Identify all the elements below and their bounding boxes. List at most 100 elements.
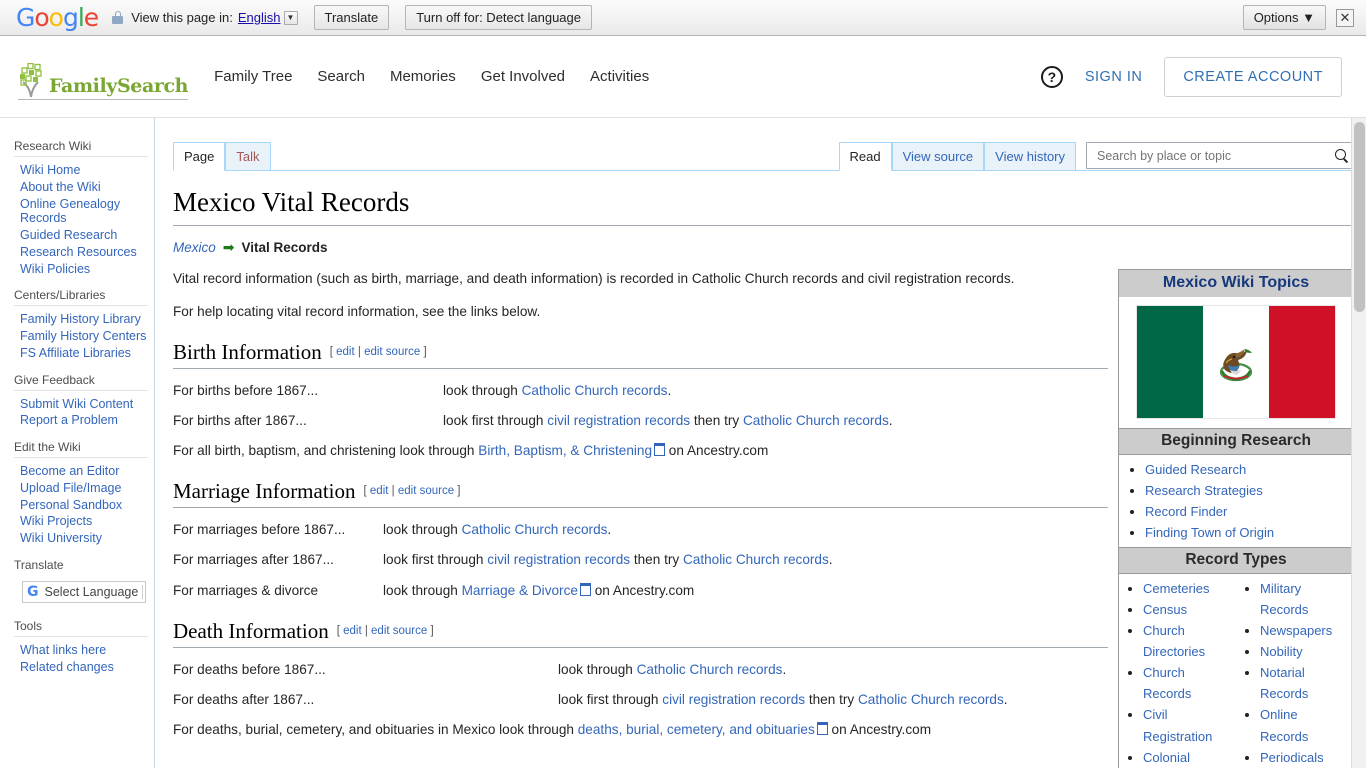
info-row-text: For deaths, burial, cemetery, and obitua… xyxy=(173,721,578,737)
sidebar-item-family-history-library[interactable]: Family History Library xyxy=(20,312,141,326)
wiki-link[interactable]: Catholic Church records xyxy=(743,413,889,428)
translate-language-link[interactable]: English xyxy=(238,10,281,25)
sidebar-item-about-the-wiki[interactable]: About the Wiki xyxy=(20,180,101,194)
chevron-down-icon: ▼ xyxy=(1302,10,1315,25)
infobox-link-newspapers[interactable]: Newspapers xyxy=(1260,623,1332,638)
sidebar-item-report-a-problem[interactable]: Report a Problem xyxy=(20,413,118,427)
sidebar-item-personal-sandbox[interactable]: Personal Sandbox xyxy=(20,498,122,512)
wiki-link[interactable]: Catholic Church records xyxy=(637,662,783,677)
edit-link[interactable]: edit xyxy=(370,485,389,497)
article: Mexico Vital Records Mexico ➡ Vital Record… xyxy=(155,171,1366,768)
sidebar-item-wiki-policies[interactable]: Wiki Policies xyxy=(20,262,90,276)
section-edit-links: [ edit | edit source ] xyxy=(337,625,434,637)
infobox-link-colonial[interactable]: Colonial xyxy=(1143,750,1190,765)
external-link[interactable]: Birth, Baptism, & Christening xyxy=(478,443,665,458)
close-icon[interactable]: ✕ xyxy=(1336,8,1354,27)
sidebar-item-what-links-here[interactable]: What links here xyxy=(20,643,106,657)
sidebar-item-research-resources[interactable]: Research Resources xyxy=(20,245,137,259)
search-input[interactable] xyxy=(1095,147,1331,164)
infobox-link-notarial-records[interactable]: Notarial Records xyxy=(1260,665,1308,701)
infobox-link-record-finder[interactable]: Record Finder xyxy=(1145,504,1227,519)
nav-item-activities[interactable]: Activities xyxy=(590,68,649,85)
infobox-link-nobility[interactable]: Nobility xyxy=(1260,644,1303,659)
sidebar-item-related-changes[interactable]: Related changes xyxy=(20,660,114,674)
infobox-link-military-records[interactable]: Military Records xyxy=(1260,581,1308,617)
external-link[interactable]: deaths, burial, cemetery, and obituaries xyxy=(578,722,828,737)
sign-in-link[interactable]: SIGN IN xyxy=(1085,69,1142,85)
sidebar-item-fs-affiliate-libraries[interactable]: FS Affiliate Libraries xyxy=(20,346,131,360)
select-language-widget[interactable]: G Select Language xyxy=(22,580,147,603)
search-icon[interactable] xyxy=(1335,148,1349,163)
wiki-link[interactable]: Catholic Church records xyxy=(462,522,608,537)
wiki-link[interactable]: Catholic Church records xyxy=(858,692,1004,707)
translate-button[interactable]: Translate xyxy=(313,5,390,30)
infobox-link-civil-registration[interactable]: Civil Registration xyxy=(1143,707,1212,743)
select-language-label: Select Language xyxy=(45,584,144,599)
sidebar-item-guided-research[interactable]: Guided Research xyxy=(20,228,117,242)
infobox-link-guided-research[interactable]: Guided Research xyxy=(1145,462,1246,477)
infobox-link-cemeteries[interactable]: Cemeteries xyxy=(1143,581,1209,596)
scrollbar-thumb[interactable] xyxy=(1354,122,1365,312)
edit-source-link[interactable]: edit source xyxy=(371,625,427,637)
familysearch-logo[interactable]: FamilySearch xyxy=(18,54,188,100)
list-item: Cemeteries xyxy=(1143,578,1232,599)
infobox-link-church-records[interactable]: Church Records xyxy=(1143,665,1191,701)
tab-page[interactable]: Page xyxy=(173,142,226,171)
wiki-link[interactable]: civil registration records xyxy=(487,552,630,567)
sidebar-item-wiki-home[interactable]: Wiki Home xyxy=(20,163,80,177)
sidebar-item-become-an-editor[interactable]: Become an Editor xyxy=(20,464,119,478)
left-sidebar: Research Wiki Wiki Home About the Wiki Onli… xyxy=(0,118,155,768)
nav-item-family-tree[interactable]: Family Tree xyxy=(214,68,292,85)
info-row-text: then try xyxy=(690,413,743,429)
wiki-link[interactable]: Catholic Church records xyxy=(522,383,668,398)
sidebar-item-upload-file-image[interactable]: Upload File/Image xyxy=(20,481,121,495)
sidebar-item-family-history-centers[interactable]: Family History Centers xyxy=(20,329,146,343)
infobox-link-finding-town-of-origin[interactable]: Finding Town of Origin xyxy=(1145,525,1274,540)
tab-view-source[interactable]: View source xyxy=(891,142,985,171)
infobox-section-body: Guided Research Research Strategies Record… xyxy=(1119,459,1353,543)
edit-source-link[interactable]: edit source xyxy=(364,346,420,358)
nav-item-memories[interactable]: Memories xyxy=(390,68,456,85)
infobox-link-church-directories[interactable]: Church Directories xyxy=(1143,623,1205,659)
tab-talk[interactable]: Talk xyxy=(225,142,271,171)
nav-item-search[interactable]: Search xyxy=(317,68,365,85)
list-item: Newspapers xyxy=(1260,620,1349,641)
info-row-text: on Ancestry.com xyxy=(590,582,695,598)
infobox-link-online-records[interactable]: Online Records xyxy=(1260,707,1308,743)
chevron-down-icon[interactable]: ▼ xyxy=(283,10,298,25)
infobox-link-research-strategies[interactable]: Research Strategies xyxy=(1145,483,1263,498)
infobox-list: Guided Research Research Strategies Record… xyxy=(1119,459,1353,543)
info-row-text: then try xyxy=(630,552,683,568)
sidebar-item-wiki-university[interactable]: Wiki University xyxy=(20,531,102,545)
edit-link[interactable]: edit xyxy=(343,625,362,637)
sidebar-item-online-genealogy-records[interactable]: Online Genealogy Records xyxy=(20,197,120,226)
edit-source-link[interactable]: edit source xyxy=(398,485,454,497)
turn-off-translation-button[interactable]: Turn off for: Detect language xyxy=(405,5,592,30)
infobox-link-periodicals[interactable]: Periodicals xyxy=(1260,750,1324,765)
wiki-link[interactable]: civil registration records xyxy=(547,413,690,428)
external-link[interactable]: Marriage & Divorce xyxy=(462,583,591,598)
sidebar-list-item: Family History Library xyxy=(0,311,148,328)
wiki-link[interactable]: Catholic Church records xyxy=(683,552,829,567)
wiki-search-box[interactable] xyxy=(1086,142,1356,169)
tab-read[interactable]: Read xyxy=(838,142,892,171)
tab-view-history[interactable]: View history xyxy=(984,142,1076,171)
edit-link[interactable]: edit xyxy=(336,346,355,358)
infobox-link-census[interactable]: Census xyxy=(1143,602,1187,617)
create-account-button[interactable]: CREATE ACCOUNT xyxy=(1164,56,1342,97)
sidebar-item-submit-wiki-content[interactable]: Submit Wiki Content xyxy=(20,397,133,411)
content-column: Page Talk Read View source View history … xyxy=(155,118,1366,768)
sidebar-list: Wiki Home About the Wiki Online Genealogy … xyxy=(14,156,148,277)
help-icon[interactable]: ? xyxy=(1040,65,1063,88)
vertical-scrollbar[interactable] xyxy=(1351,118,1366,768)
sidebar-list-item: Online Genealogy Records xyxy=(0,196,148,228)
sidebar-portal: Research Wiki Wiki Home About the Wiki Onli… xyxy=(0,139,154,277)
translate-options-button[interactable]: Options ▼ xyxy=(1242,5,1326,30)
nav-item-get-involved[interactable]: Get Involved xyxy=(481,68,565,85)
wiki-link[interactable]: civil registration records xyxy=(662,692,805,707)
sidebar-item-wiki-projects[interactable]: Wiki Projects xyxy=(20,514,92,528)
sidebar-portal: Centers/Libraries Family History Library F… xyxy=(0,288,154,361)
bracket: ] xyxy=(427,624,434,637)
page-title: Mexico Vital Records xyxy=(173,185,1352,227)
breadcrumb-parent-link[interactable]: Mexico xyxy=(173,240,216,255)
